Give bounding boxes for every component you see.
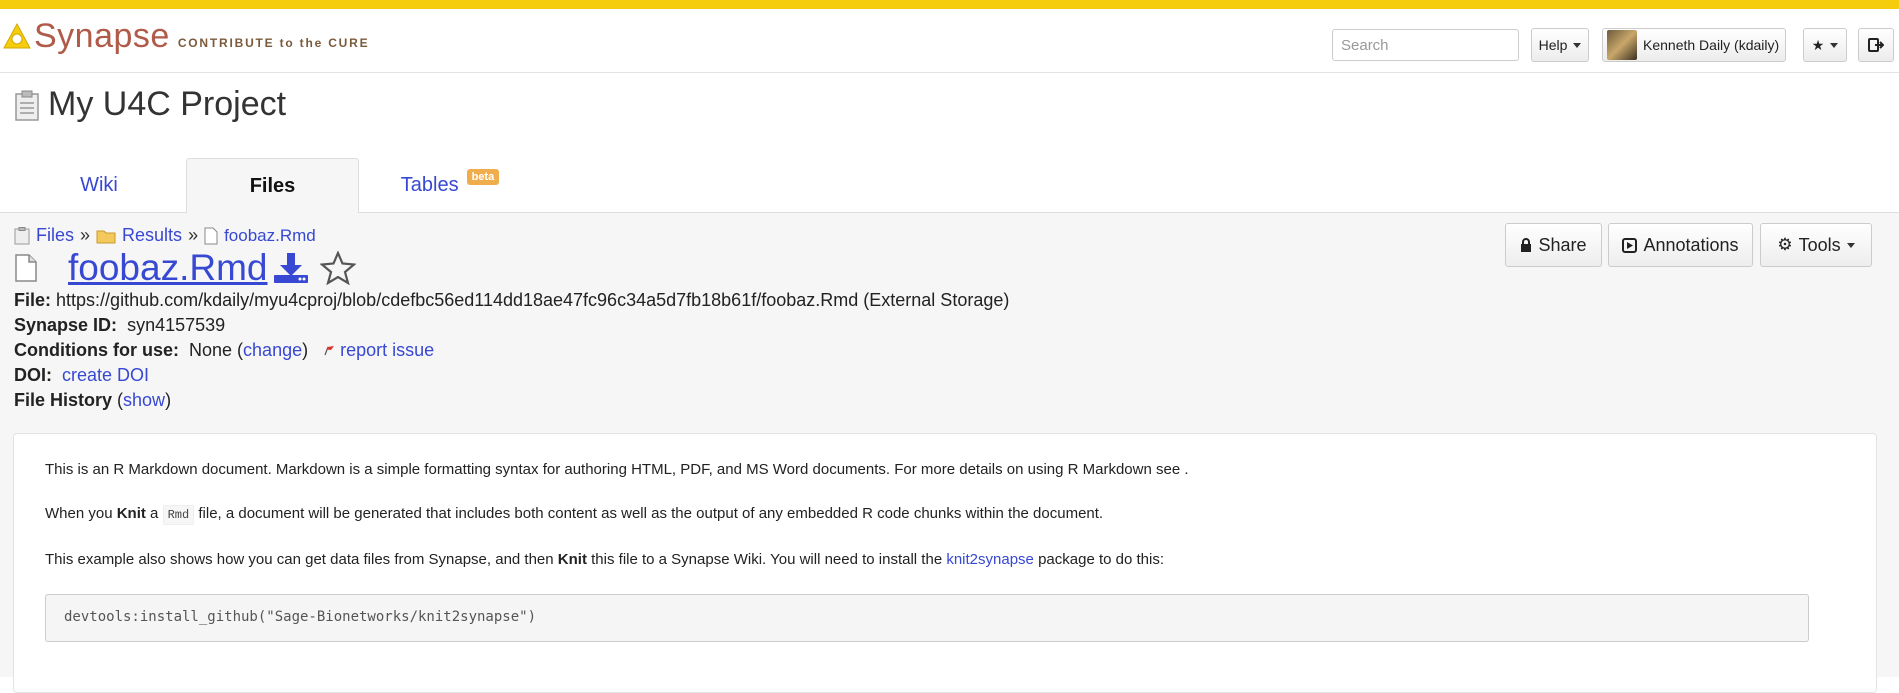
- text-run: file, a document will be generated that …: [194, 505, 1104, 522]
- wiki-paragraph-1: This is an R Markdown document. Markdown…: [45, 461, 1189, 478]
- knit2synapse-link[interactable]: knit2synapse: [946, 551, 1034, 568]
- report-issue-link[interactable]: report issue: [340, 340, 434, 360]
- annotations-label: Annotations: [1643, 234, 1739, 255]
- text-run: package to do this:: [1033, 551, 1164, 568]
- text-run: a: [145, 505, 163, 522]
- code-block: devtools:install_github("Sage-Bionetwork…: [45, 594, 1809, 642]
- change-conditions-link[interactable]: change: [243, 340, 302, 360]
- lock-icon: [1521, 238, 1532, 252]
- search-input[interactable]: [1332, 29, 1519, 61]
- tab-wiki[interactable]: Wiki: [20, 158, 178, 213]
- annotations-button[interactable]: Annotations: [1608, 223, 1753, 267]
- logo-wordmark: Synapse: [34, 17, 170, 55]
- share-label: Share: [1538, 234, 1587, 255]
- top-accent-bar: [0, 0, 1899, 9]
- files-content: Files » Results » foobaz.Rmd foobaz.Rmd: [0, 213, 1899, 693]
- tab-tables-label: Tables: [400, 174, 459, 196]
- help-label: Help: [1538, 37, 1568, 53]
- favorites-dropdown-button[interactable]: ★: [1803, 28, 1847, 62]
- logo-tagline: CONTRIBUTE to the CURE: [177, 36, 370, 50]
- gear-icon: ⚙: [1777, 235, 1793, 254]
- show-history-link[interactable]: show: [123, 390, 165, 410]
- wiki-paragraph-3: This example also shows how you can get …: [45, 551, 1164, 568]
- file-history-label: File History: [14, 390, 113, 410]
- file-icon: [15, 254, 37, 282]
- tab-wiki-label: Wiki: [80, 174, 118, 196]
- synapse-logo-icon: [3, 22, 31, 48]
- synapse-id-value: syn4157539: [127, 315, 226, 335]
- synapse-id-label: Synapse ID:: [14, 315, 118, 335]
- tab-files-label: Files: [249, 174, 296, 197]
- breadcrumb: Files » Results » foobaz.Rmd: [14, 225, 316, 246]
- user-name: Kenneth Daily (kdaily): [1643, 37, 1780, 53]
- chevron-down-icon: [1830, 42, 1839, 48]
- file-name-link[interactable]: foobaz.Rmd: [68, 247, 268, 289]
- conditions-value: None: [189, 340, 233, 360]
- wiki-paragraph-2: When you Knit a Rmd file, a document wil…: [45, 505, 1104, 525]
- file-history-row: File History (show): [14, 390, 172, 410]
- bold-text: Knit: [116, 505, 146, 522]
- user-menu-button[interactable]: Kenneth Daily (kdaily): [1602, 28, 1786, 62]
- doi-label: DOI:: [14, 365, 52, 385]
- flag-icon: [324, 346, 335, 356]
- play-square-icon: [1622, 237, 1638, 253]
- file-url-row: File: https://github.com/kdaily/myu4cpro…: [14, 290, 1009, 311]
- star-icon: ★: [1811, 36, 1825, 53]
- tab-tables[interactable]: Tables beta: [380, 158, 520, 213]
- bold-text: Knit: [557, 551, 587, 568]
- chevron-down-icon: [1846, 242, 1855, 248]
- breadcrumb-separator: »: [188, 225, 199, 245]
- star-outline-icon[interactable]: [319, 251, 356, 285]
- breadcrumb-separator: »: [80, 225, 91, 245]
- text-run: This example also shows how you can get …: [45, 551, 558, 568]
- file-url: https://github.com/kdaily/myu4cproj/blob…: [56, 290, 859, 310]
- tools-dropdown-button[interactable]: ⚙ Tools: [1760, 223, 1872, 267]
- text-run: this file to a Synapse Wiki. You will ne…: [586, 551, 947, 568]
- page-title: My U4C Project: [48, 85, 287, 123]
- folder-icon: [96, 230, 116, 243]
- chevron-down-icon: [1573, 42, 1582, 48]
- sign-out-icon: [1868, 38, 1884, 52]
- download-icon[interactable]: [272, 251, 310, 285]
- file-icon: [204, 227, 218, 244]
- file-heading: foobaz.Rmd: [14, 247, 356, 289]
- logout-button[interactable]: [1858, 28, 1894, 62]
- synapse-id-row: Synapse ID: syn4157539: [14, 315, 225, 336]
- text-run: When you: [45, 505, 117, 522]
- project-icon: [15, 90, 39, 121]
- site-header: Synapse CONTRIBUTE to the CURE Help Kenn…: [0, 9, 1899, 73]
- conditions-row: Conditions for use: None (change) report…: [14, 340, 435, 360]
- inline-code: Rmd: [162, 505, 195, 525]
- synapse-logo[interactable]: Synapse CONTRIBUTE to the CURE: [2, 17, 369, 56]
- clipboard-icon: [14, 226, 30, 244]
- tab-files[interactable]: Files: [186, 158, 359, 214]
- project-tabs: Wiki Files Tables beta: [0, 145, 1899, 214]
- tools-label: Tools: [1798, 234, 1841, 255]
- help-dropdown-button[interactable]: Help: [1531, 28, 1589, 62]
- share-button[interactable]: Share: [1505, 223, 1602, 267]
- breadcrumb-files-link[interactable]: Files: [36, 225, 74, 246]
- project-title-bar: My U4C Project: [0, 73, 1899, 145]
- wiki-preview: This is an R Markdown document. Markdown…: [13, 433, 1877, 693]
- avatar: [1607, 30, 1637, 60]
- conditions-label: Conditions for use:: [14, 340, 179, 360]
- doi-row: DOI: create DOI: [14, 365, 149, 386]
- beta-badge: beta: [466, 168, 500, 185]
- create-doi-link[interactable]: create DOI: [62, 365, 149, 385]
- breadcrumb-results-link[interactable]: Results: [122, 225, 182, 246]
- storage-note: (External Storage): [863, 290, 1010, 310]
- file-label: File:: [14, 290, 52, 310]
- breadcrumb-file-link[interactable]: foobaz.Rmd: [224, 226, 316, 246]
